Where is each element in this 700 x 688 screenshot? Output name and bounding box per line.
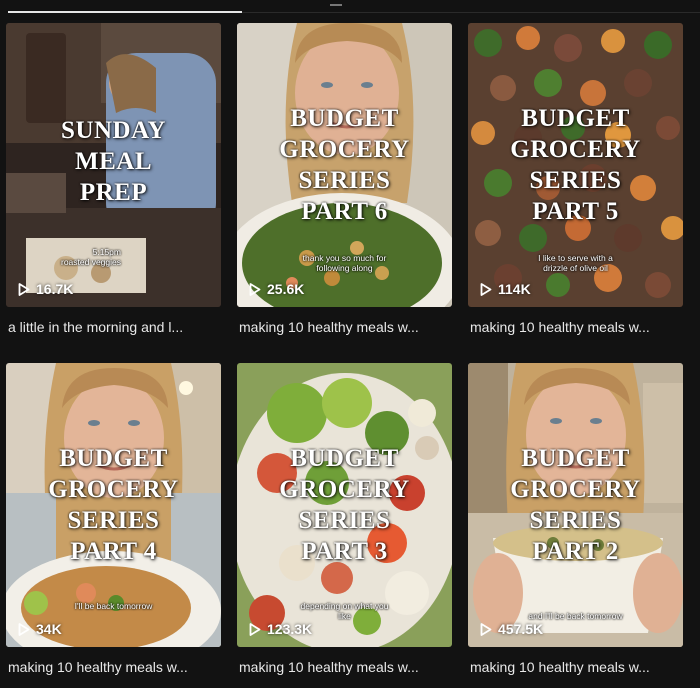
video-caption: and I'll be back tomorrow [528, 611, 623, 621]
view-count-value: 25.6K [267, 281, 305, 297]
play-icon [18, 622, 30, 636]
video-overlay-title: BUDGET GROCERY SERIES PART 3 [279, 445, 410, 565]
video-overlay-title: BUDGET GROCERY SERIES PART 4 [48, 445, 179, 565]
video-caption: I like to serve with a drizzle of olive … [538, 253, 613, 273]
video-caption: depending on what you like [300, 601, 389, 621]
view-count: 114K [480, 281, 531, 297]
play-icon [249, 282, 261, 296]
play-icon [480, 282, 492, 296]
view-count: 25.6K [249, 281, 304, 297]
tab-icon[interactable] [330, 0, 342, 6]
video-title[interactable]: making 10 healthy meals w... [8, 659, 220, 676]
video-overlay-title: SUNDAY MEAL PREP [61, 117, 166, 206]
play-icon [249, 622, 261, 636]
video-caption: I'll be back tomorrow [74, 601, 153, 611]
video-overlay-title: BUDGET GROCERY SERIES PART 2 [510, 445, 641, 565]
video-caption: 5:15pm roasted veggies [60, 247, 121, 267]
video-thumbnail[interactable]: SUNDAY MEAL PREP 5:15pm roasted veggies … [6, 23, 221, 307]
video-caption: thank you so much for following along [302, 253, 387, 273]
view-count: 34K [18, 621, 62, 637]
view-count: 457.5K [480, 621, 543, 637]
play-icon [18, 282, 30, 296]
view-count-value: 16.7K [36, 281, 74, 297]
video-thumbnail[interactable]: BUDGET GROCERY SERIES PART 5 I like to s… [468, 23, 683, 307]
view-count: 16.7K [18, 281, 73, 297]
tab-divider [242, 12, 700, 13]
video-thumbnail[interactable]: BUDGET GROCERY SERIES PART 2 and I'll be… [468, 363, 683, 647]
video-thumbnail[interactable]: BUDGET GROCERY SERIES PART 3 depending o… [237, 363, 452, 647]
video-thumbnail[interactable]: BUDGET GROCERY SERIES PART 6 thank you s… [237, 23, 452, 307]
view-count-value: 114K [498, 281, 531, 297]
video-title[interactable]: making 10 healthy meals w... [470, 319, 682, 336]
view-count-value: 34K [36, 621, 62, 637]
video-overlay-title: BUDGET GROCERY SERIES PART 5 [510, 105, 641, 225]
video-thumbnail[interactable]: BUDGET GROCERY SERIES PART 4 I'll be bac… [6, 363, 221, 647]
active-tab-indicator [8, 11, 242, 13]
video-title[interactable]: making 10 healthy meals w... [239, 319, 451, 336]
profile-tab-bar [0, 0, 700, 16]
video-title[interactable]: a little in the morning and l... [8, 319, 220, 336]
video-title[interactable]: making 10 healthy meals w... [470, 659, 682, 676]
video-overlay-title: BUDGET GROCERY SERIES PART 6 [279, 105, 410, 225]
video-title[interactable]: making 10 healthy meals w... [239, 659, 451, 676]
view-count-value: 123.3K [267, 621, 313, 637]
view-count: 123.3K [249, 621, 312, 637]
play-icon [480, 622, 492, 636]
view-count-value: 457.5K [498, 621, 544, 637]
